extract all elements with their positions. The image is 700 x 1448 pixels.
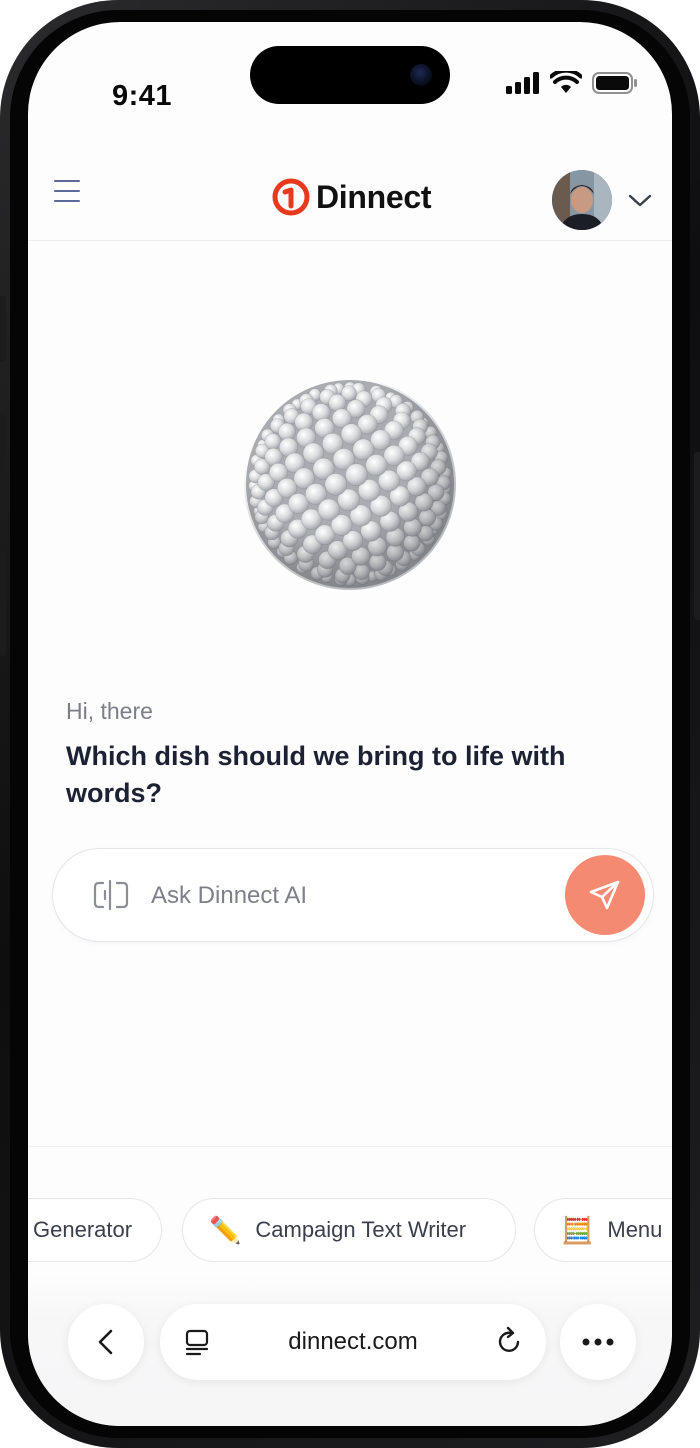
hamburger-menu-icon[interactable] <box>54 180 84 206</box>
dinnect-logo-icon <box>272 178 310 216</box>
app-header: Dinnect <box>28 140 672 241</box>
send-button[interactable] <box>565 855 645 935</box>
paper-plane-icon <box>589 880 620 910</box>
phone-frame: 9:41 Dinnect Hi, there Which dish should… <box>0 0 700 1448</box>
brand-logo[interactable]: Dinnect <box>272 178 432 216</box>
chevron-down-icon[interactable] <box>626 190 654 210</box>
chip-campaign-text-writer[interactable]: ✏️ Campaign Text Writer <box>182 1198 516 1262</box>
url-text: dinnect.com <box>288 1328 418 1355</box>
ask-ai-input[interactable] <box>149 873 533 919</box>
side-button-volume-up <box>0 414 6 518</box>
side-button-power <box>694 452 700 620</box>
url-bar[interactable]: dinnect.com <box>160 1304 546 1380</box>
chip-label: Menu <box>607 1217 663 1242</box>
side-button-volume-down <box>0 552 6 656</box>
abacus-icon: 🧮 <box>561 1214 594 1245</box>
chip-label: Generator <box>33 1217 133 1242</box>
screen: 9:41 Dinnect Hi, there Which dish should… <box>28 22 672 1426</box>
back-button[interactable] <box>68 1304 144 1380</box>
brand-name: Dinnect <box>316 178 432 215</box>
signal-icon <box>506 72 539 94</box>
side-button-action <box>0 296 6 362</box>
ai-sphere-illustration <box>240 374 460 594</box>
back-arrow-icon <box>98 1329 113 1355</box>
avatar-portrait <box>552 170 612 230</box>
more-dots-icon <box>582 1338 614 1346</box>
divider <box>28 1146 672 1147</box>
chip-label: Campaign Text Writer <box>255 1217 467 1242</box>
chip-menu[interactable]: 🧮 Menu <box>534 1198 672 1262</box>
front-camera-icon <box>410 64 432 86</box>
more-button[interactable] <box>560 1304 636 1380</box>
greeting-text: Hi, there <box>66 698 153 724</box>
status-time: 9:41 <box>112 80 173 112</box>
suggestion-chips: Generator ✏️ Campaign Text Writer 🧮 Menu <box>28 1198 672 1264</box>
status-icons <box>506 68 638 98</box>
input-cursor-icon <box>93 879 129 911</box>
chip-generator[interactable]: Generator <box>28 1198 162 1262</box>
reload-icon[interactable] <box>494 1326 524 1356</box>
pencil-icon: ✏️ <box>209 1214 242 1245</box>
headline-text: Which dish should we bring to life with … <box>66 741 566 808</box>
avatar[interactable] <box>552 170 612 230</box>
dynamic-island <box>250 46 450 104</box>
wifi-icon <box>550 71 582 93</box>
ask-ai-field <box>52 848 654 942</box>
browser-toolbar: dinnect.com <box>28 1274 672 1426</box>
battery-icon <box>592 72 637 94</box>
